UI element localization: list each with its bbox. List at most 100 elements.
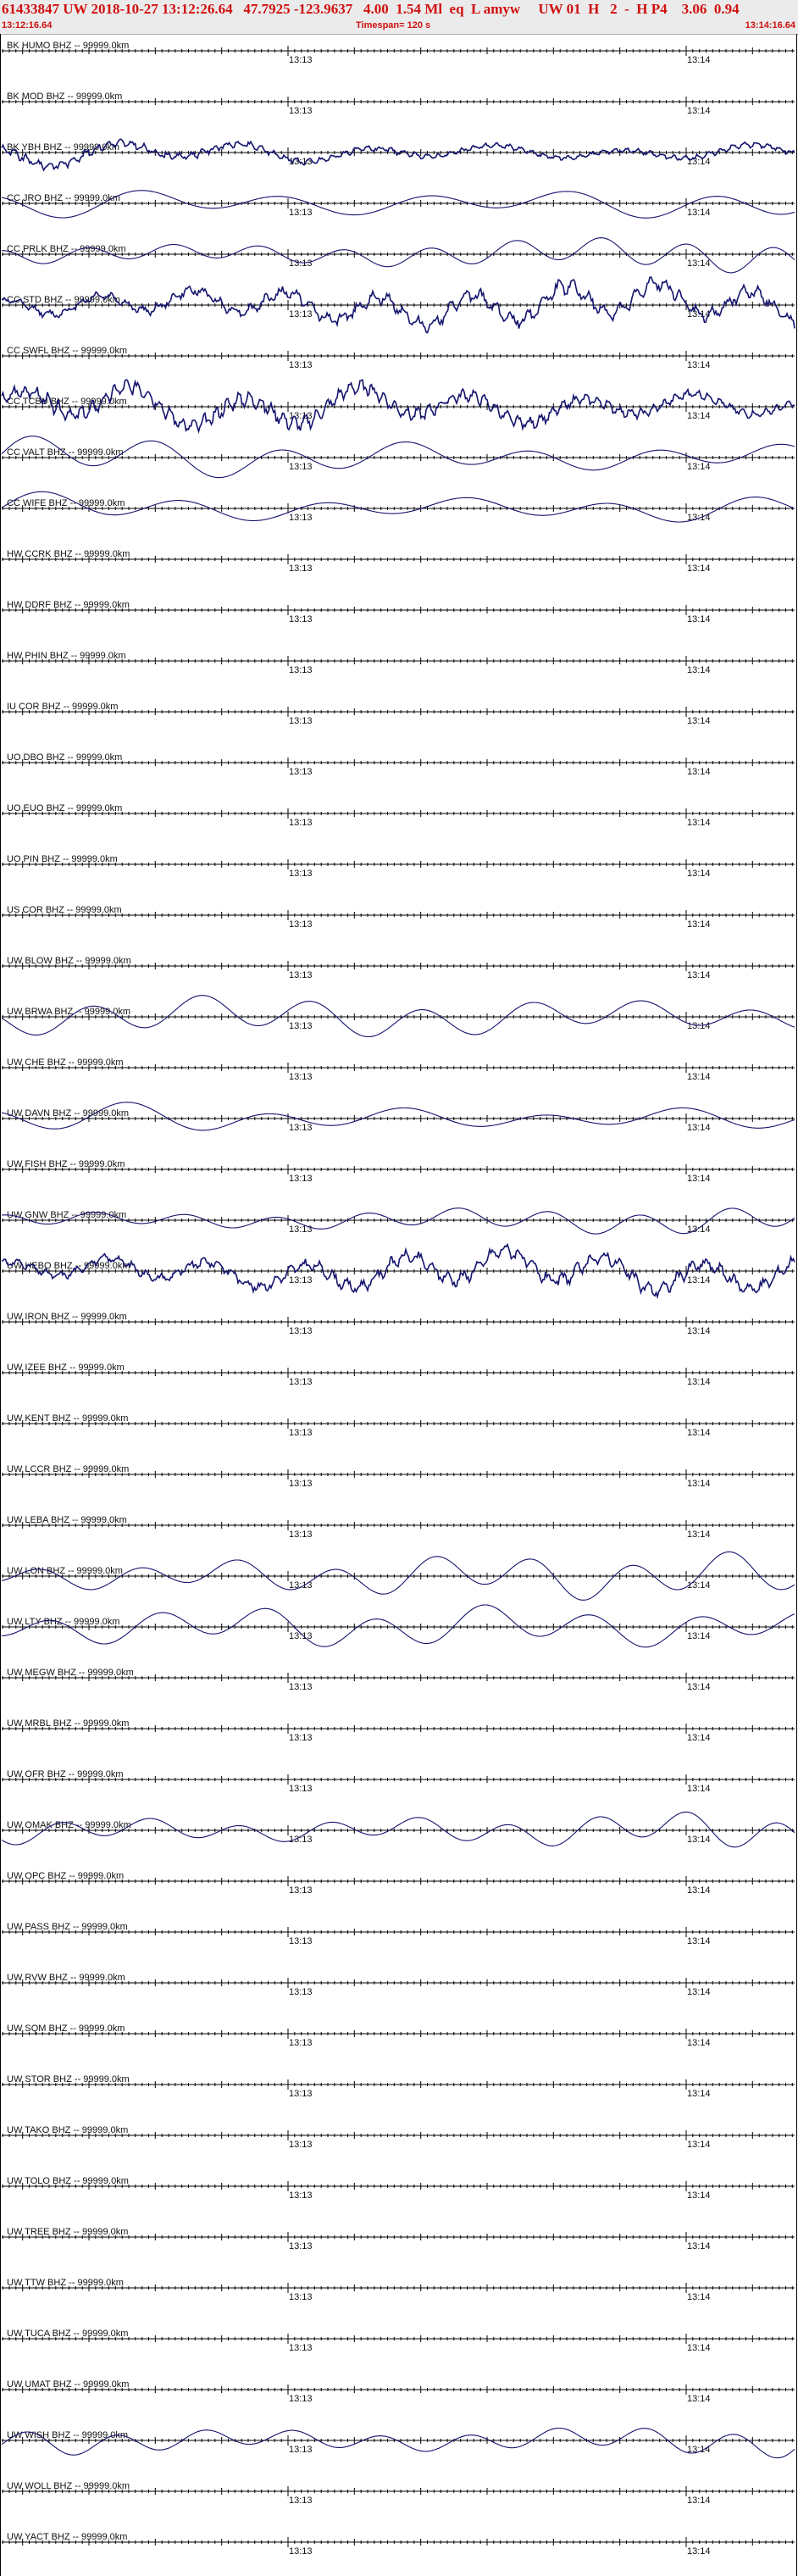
trace-channel: 13:13 13:14 UW OPC BHZ -- 99999.0km bbox=[2, 1871, 795, 1896]
channel-label: UW OPC BHZ -- 99999.0km bbox=[7, 1871, 124, 1881]
minute-label: 13:14 bbox=[687, 2292, 711, 2302]
trace-channel: 13:13 13:14 CC JRO BHZ -- 99999.0km bbox=[1, 190, 795, 219]
minute-label: 13:14 bbox=[687, 1123, 711, 1133]
channel-label: UW OFR BHZ -- 99999.0km bbox=[7, 1769, 124, 1779]
channel-label: UW STOR BHZ -- 99999.0km bbox=[7, 2074, 130, 2085]
minute-label: 13:13 bbox=[289, 2394, 313, 2404]
minute-label: 13:14 bbox=[687, 360, 711, 370]
minute-label: 13:14 bbox=[687, 55, 711, 65]
minute-label: 13:14 bbox=[687, 1784, 711, 1794]
minute-label: 13:13 bbox=[289, 1377, 313, 1387]
minute-label: 13:14 bbox=[687, 869, 711, 879]
minute-label: 13:13 bbox=[289, 1530, 313, 1540]
trace-channel: 13:13 13:14 UW TAKO BHZ -- 99999.0km bbox=[2, 2125, 795, 2150]
minute-label: 13:14 bbox=[687, 919, 711, 930]
minute-label: 13:13 bbox=[289, 2089, 313, 2099]
waveform bbox=[1, 138, 795, 172]
minute-label: 13:14 bbox=[687, 2140, 711, 2150]
trace-channel: 13:13 13:14BK YBH BHZ -- 99999.0km bbox=[1, 138, 795, 172]
minute-label: 13:13 bbox=[289, 716, 313, 726]
channel-label: CC WIFE BHZ -- 99999.0km bbox=[7, 498, 125, 508]
minute-label: 13:13 bbox=[289, 869, 313, 879]
minute-label: 13:13 bbox=[289, 1682, 313, 1692]
channel-label: UW TAKO BHZ -- 99999.0km bbox=[7, 2125, 128, 2135]
minute-label: 13:13 bbox=[289, 208, 313, 218]
minute-label: 13:13 bbox=[289, 1123, 313, 1133]
minute-label: 13:14 bbox=[687, 1072, 711, 1082]
minute-label: 13:13 bbox=[289, 1224, 313, 1235]
minute-label: 13:13 bbox=[289, 2241, 313, 2251]
trace-channel: 13:13 13:14 UW LON BHZ -- 99999.0km bbox=[1, 1551, 795, 1601]
minute-label: 13:14 bbox=[687, 1530, 711, 1540]
trace-channel: 13:13 13:14 UW TTW BHZ -- 99999.0km bbox=[2, 2278, 795, 2302]
trace-channel: 13:13 13:14 UO PIN BHZ -- 99999.0km bbox=[2, 854, 795, 879]
trace-channel: 13:13 13:14UW BRWA BHZ -- 99999.0km bbox=[1, 995, 795, 1038]
channel-label: UW LTY BHZ -- 99999.0km bbox=[7, 1617, 119, 1627]
minute-label: 13:14 bbox=[687, 2394, 711, 2404]
trace-channel: 13:13 13:14 UW PASS BHZ -- 99999.0km bbox=[2, 1922, 795, 1946]
minute-label: 13:13 bbox=[289, 2038, 313, 2048]
channel-label: UW PASS BHZ -- 99999.0km bbox=[7, 1922, 128, 1932]
channel-label: UW YACT BHZ -- 99999.0km bbox=[7, 2532, 127, 2542]
trace-channel: 13:13 13:14CC PRLK BHZ -- 99999.0km bbox=[2, 237, 795, 274]
trace-channel: 13:13 13:14 UW UMAT BHZ -- 99999.0km bbox=[2, 2379, 795, 2404]
channel-label: BK YBH BHZ -- 99999.0km bbox=[7, 142, 119, 153]
trace-channel: 13:13 13:14 UW TUCA BHZ -- 99999.0km bbox=[2, 2329, 795, 2353]
trace-channel: 13:13 13:14UW GNW BHZ -- 99999.0km bbox=[1, 1208, 795, 1235]
trace-channel: 13:13 13:14 UW IZEE BHZ -- 99999.0km bbox=[2, 1363, 795, 1387]
channel-label: UW TTW BHZ -- 99999.0km bbox=[7, 2278, 124, 2288]
minute-label: 13:14 bbox=[687, 614, 711, 625]
channel-label: UW KENT BHZ -- 99999.0km bbox=[7, 1413, 128, 1424]
minute-label: 13:14 bbox=[687, 767, 711, 777]
channel-label: UW TUCA BHZ -- 99999.0km bbox=[7, 2329, 128, 2339]
trace-channel: 13:13 13:14 UW KENT BHZ -- 99999.0km bbox=[2, 1413, 795, 1438]
trace-channel: 13:13 13:14CC VALT BHZ -- 99999.0km bbox=[1, 436, 795, 479]
trace-channel: 13:13 13:14 UW DAVN BHZ -- 99999.0km bbox=[1, 1102, 795, 1133]
trace-channel: 13:13 13:14 UW LEBA BHZ -- 99999.0km bbox=[2, 1515, 795, 1540]
start-time-label: 13:12:16.64 bbox=[2, 20, 53, 31]
channel-label: UW BLOW BHZ -- 99999.0km bbox=[7, 956, 131, 966]
channel-label: BK MOD BHZ -- 99999.0km bbox=[7, 92, 122, 102]
channel-label: UO EUO BHZ -- 99999.0km bbox=[7, 803, 122, 813]
channel-label: US COR BHZ -- 99999.0km bbox=[7, 905, 122, 915]
minute-label: 13:14 bbox=[687, 1835, 711, 1845]
minute-label: 13:13 bbox=[289, 564, 313, 574]
channel-label: UW OMAK BHZ -- 99999.0km bbox=[7, 1820, 131, 1830]
channel-label: CC JRO BHZ -- 99999.0km bbox=[7, 193, 120, 203]
trace-channel: 13:13 13:14 US COR BHZ -- 99999.0km bbox=[2, 905, 795, 930]
minute-label: 13:13 bbox=[289, 1275, 313, 1285]
minute-label: 13:14 bbox=[687, 258, 711, 269]
minute-label: 13:14 bbox=[687, 564, 711, 574]
minute-label: 13:14 bbox=[687, 2343, 711, 2353]
minute-label: 13:13 bbox=[289, 1987, 313, 1997]
channel-label: UO DBO BHZ -- 99999.0km bbox=[7, 752, 122, 763]
trace-channel: 13:13 13:14UW LTY BHZ -- 99999.0km bbox=[1, 1604, 795, 1648]
trace-channel: 13:13 13:14 UW MRBL BHZ -- 99999.0km bbox=[2, 1718, 795, 1743]
channel-label: UW LON BHZ -- 99999.0km bbox=[7, 1566, 123, 1576]
trace-channel: 13:13 13:14 UW YACT BHZ -- 99999.0km bbox=[2, 2532, 795, 2557]
minute-label: 13:14 bbox=[687, 1682, 711, 1692]
minute-label: 13:14 bbox=[687, 2496, 711, 2506]
trace-channel: 13:13 13:14 UW BLOW BHZ -- 99999.0km bbox=[2, 956, 795, 980]
trace-channel: 13:13 13:14 BK MOD BHZ -- 99999.0km bbox=[2, 92, 795, 116]
trace-channel: 13:13 13:14UW OMAK BHZ -- 99999.0km bbox=[1, 1811, 795, 1848]
minute-label: 13:13 bbox=[289, 2190, 313, 2201]
trace-channel: 13:13 13:14 UW TOLO BHZ -- 99999.0km bbox=[2, 2176, 795, 2201]
minute-label: 13:14 bbox=[687, 970, 711, 980]
minute-label: 13:13 bbox=[289, 2546, 313, 2557]
channel-label: UW DAVN BHZ -- 99999.0km bbox=[7, 1108, 129, 1119]
minute-label: 13:13 bbox=[289, 106, 313, 116]
minute-label: 13:13 bbox=[289, 614, 313, 625]
timespan-label: Timespan= 120 s bbox=[356, 20, 431, 31]
channel-label: CC SWFL BHZ -- 99999.0km bbox=[7, 346, 127, 356]
minute-label: 13:13 bbox=[289, 970, 313, 980]
trace-channel: 13:13 13:14 UW LCCR BHZ -- 99999.0km bbox=[2, 1464, 795, 1489]
minute-label: 13:13 bbox=[289, 2445, 313, 2455]
minute-label: 13:14 bbox=[687, 106, 711, 116]
channel-label: UW MRBL BHZ -- 99999.0km bbox=[7, 1718, 129, 1729]
minute-label: 13:13 bbox=[289, 1428, 313, 1438]
minute-label: 13:14 bbox=[687, 1580, 711, 1591]
minute-label: 13:13 bbox=[289, 462, 313, 472]
trace-channel: 13:13 13:14 UW MEGW BHZ -- 99999.0km bbox=[2, 1668, 795, 1692]
minute-label: 13:13 bbox=[289, 818, 313, 828]
